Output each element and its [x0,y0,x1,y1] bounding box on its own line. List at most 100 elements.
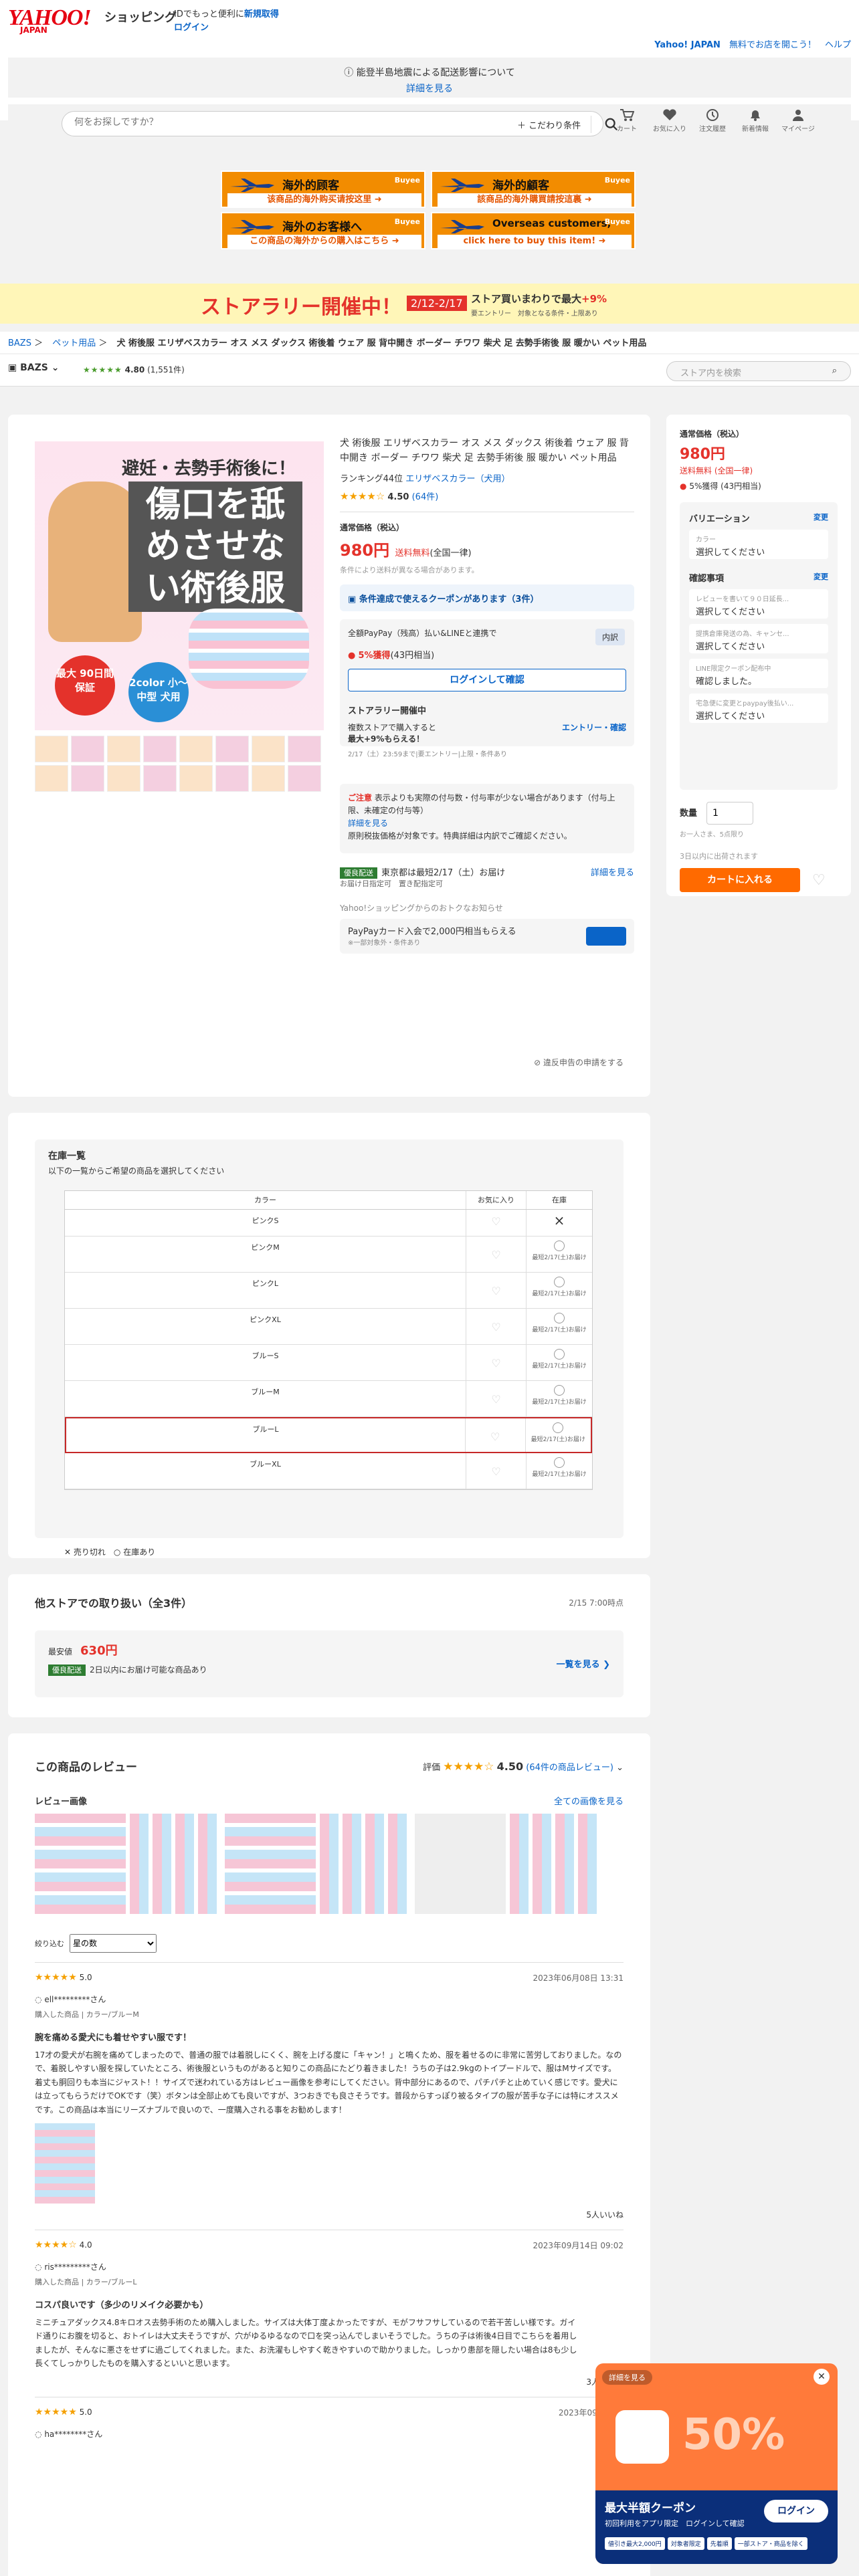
confirm-row[interactable]: 宅急便に変更とpaypay後払い... 選択してください [689,693,828,723]
thumbnail[interactable] [143,765,177,792]
thumbnail[interactable] [107,736,140,762]
heart-icon[interactable]: ♡ [466,1453,527,1489]
popup-login-button[interactable]: ログイン [764,2500,828,2523]
thumbnail[interactable] [35,765,68,792]
breadcrumb-category[interactable]: ペット用品 [52,338,96,348]
table-row[interactable]: ピンクXL ♡ 最短2/17(土)お届け [65,1309,592,1345]
thumbnail[interactable] [71,736,104,762]
confirm-change-link[interactable]: 変更 [814,571,828,584]
variation-color[interactable]: カラー 選択してください [689,530,828,559]
stock-radio[interactable] [554,1241,565,1251]
review-image[interactable] [130,1814,221,1914]
heart-icon[interactable]: ♡ [466,1418,526,1452]
like-button[interactable]: 5人いいね [35,2209,624,2220]
caution-more-link[interactable]: 詳細を見る [348,819,388,828]
stock-radio[interactable] [554,1349,565,1360]
rally-entry-link[interactable]: エントリー・確認 [562,722,626,744]
yahoo-japan-link[interactable]: Yahoo! JAPAN [654,40,721,50]
breakdown-button[interactable]: 内訳 [595,628,625,645]
heart-icon[interactable]: ♡ [466,1381,527,1416]
popup-detail-tag[interactable]: 詳細を見る [602,2370,652,2385]
store-rating[interactable]: ★★★★★ 4.80 (1,551件) [83,364,185,375]
nav-favorites[interactable]: お気に入り [653,108,686,133]
thumbnail[interactable] [35,736,68,762]
review-image[interactable] [225,1814,316,1914]
table-row-selected[interactable]: ブルーL ♡ 最短2/17(土)お届け [65,1417,592,1453]
breadcrumb-store[interactable]: BAZS [8,338,31,348]
thumbnail[interactable] [215,736,249,762]
variation-change-link[interactable]: 変更 [814,512,828,524]
review-photo[interactable] [35,2123,95,2204]
delivery-more-link[interactable]: 詳細を見る [591,865,634,889]
stock-radio[interactable] [553,1422,564,1433]
stock-radio[interactable] [554,1277,565,1287]
paypay-card-promo[interactable]: PayPayカード入会で2,000円相当もらえる ※一部対象外・条件あり [340,918,634,954]
nav-mypage[interactable]: マイページ [781,108,815,133]
buyee-banner-en[interactable]: Overseas customers, Buyee click here to b… [431,212,636,249]
ranking-link[interactable]: エリザベスカラー（犬用） [405,474,510,484]
reviews-summary[interactable]: 評価 ★★★★☆ 4.50 (64件の商品レビュー) ⌄ [423,1760,624,1774]
thumbnail[interactable] [288,736,321,762]
table-row[interactable]: ピンクL ♡ 最短2/17(土)お届け [65,1273,592,1309]
nav-cart[interactable]: カート [610,108,644,133]
thumbnail[interactable] [143,736,177,762]
table-row[interactable]: ブルーXL ♡ 最短2/17(土)お届け [65,1453,592,1489]
open-store-link[interactable]: 無料でお店を開こう！ [729,40,816,50]
product-rating[interactable]: ★★★★☆ 4.50 (64件) [340,490,634,502]
stock-radio[interactable] [554,1313,565,1323]
nav-history[interactable]: 注文履歴 [696,108,729,133]
heart-icon[interactable]: ♡ [466,1345,527,1380]
buyee-banner-jp[interactable]: 海外のお客様へ Buyee この商品の海外からの購入はこちら ➜ [221,212,425,249]
help-link[interactable]: ヘルプ [825,40,851,50]
conditions-button[interactable]: ＋ こだわり条件 [517,118,581,131]
coupon-banner[interactable]: ▣ 条件達成で使えるクーポンがあります（3件） [340,584,634,611]
store-name[interactable]: ▣ BAZS ⌄ [8,362,59,373]
notice-more-link[interactable]: 詳細を見る [8,82,851,95]
shopping-title[interactable]: ショッピング [104,8,177,25]
thumbnail[interactable] [71,765,104,792]
thumbnail[interactable] [288,765,321,792]
stock-radio[interactable] [554,1385,565,1396]
signup-link[interactable]: 新規取得 [244,9,279,19]
thumbnail[interactable] [252,765,285,792]
product-main-image[interactable]: 避妊・去勢手術後に！ 傷口を舐めさせない術後服 最大 90日間 保証 2colo… [35,441,324,730]
heart-icon[interactable]: ♡ [466,1273,527,1308]
review-image[interactable] [320,1814,411,1914]
table-row[interactable]: ブルーM ♡ 最短2/17(土)お届け [65,1381,592,1417]
store-search-input[interactable]: ストア内を検索 ⌕ [666,361,851,381]
confirm-row[interactable]: レビューを書いて９０日延長... 選択してください [689,589,828,619]
login-confirm-button[interactable]: ログインして確認 [348,668,626,691]
thumbnail[interactable] [107,765,140,792]
quantity-input[interactable] [706,802,754,825]
close-icon[interactable]: ✕ [814,2369,830,2385]
review-count-link[interactable]: (64件) [412,492,439,502]
thumbnail[interactable] [179,736,213,762]
add-to-cart-button[interactable]: カートに入れる [680,868,800,892]
login-link[interactable]: ログイン [174,20,209,33]
search-input[interactable] [74,117,409,128]
stock-radio[interactable] [554,1457,565,1468]
thumbnail[interactable] [179,765,213,792]
other-stores-list-link[interactable]: 一覧を見る ❯ [557,1657,610,1670]
buyee-banner-tw[interactable]: 海外的顧客 Buyee 該商品的海外購買請按這裏 ➜ [431,171,636,208]
heart-icon[interactable]: ♡ [466,1237,527,1272]
confirm-row[interactable]: LINE限定クーポン配布中 確認しました。 [689,659,828,688]
all-images-link[interactable]: 全ての画像を見る [554,1794,624,1807]
star-filter-select[interactable]: 星の数 [70,1934,157,1953]
favorite-heart-icon[interactable]: ♡ [812,872,826,889]
thumbnail[interactable] [252,736,285,762]
review-image[interactable] [415,1814,506,1914]
heart-icon[interactable]: ♡ [466,1210,527,1236]
thumbnail[interactable] [215,765,249,792]
buyee-banner-cn[interactable]: 海外的顾客 Buyee 该商品的海外购买请按这里 ➜ [221,171,425,208]
table-row[interactable]: ピンクM ♡ 最短2/17(土)お届け [65,1237,592,1273]
confirm-row[interactable]: 提携倉庫発送の為、キャンセ... 選択してください [689,624,828,653]
report-link[interactable]: ⊘ 違反申告の申請をする [534,1057,624,1068]
nav-notifications[interactable]: 新着情報 [739,108,772,133]
store-rally-banner[interactable]: ストアラリー開催中！ 2/12-2/17 ストア買いまわりで最大+9% 要エント… [0,284,859,324]
review-image[interactable] [35,1814,126,1914]
table-row[interactable]: ブルーS ♡ 最短2/17(土)お届け [65,1345,592,1381]
heart-icon[interactable]: ♡ [466,1309,527,1344]
like-button[interactable]: 3人いいね [35,2376,624,2387]
review-image[interactable] [510,1814,601,1914]
